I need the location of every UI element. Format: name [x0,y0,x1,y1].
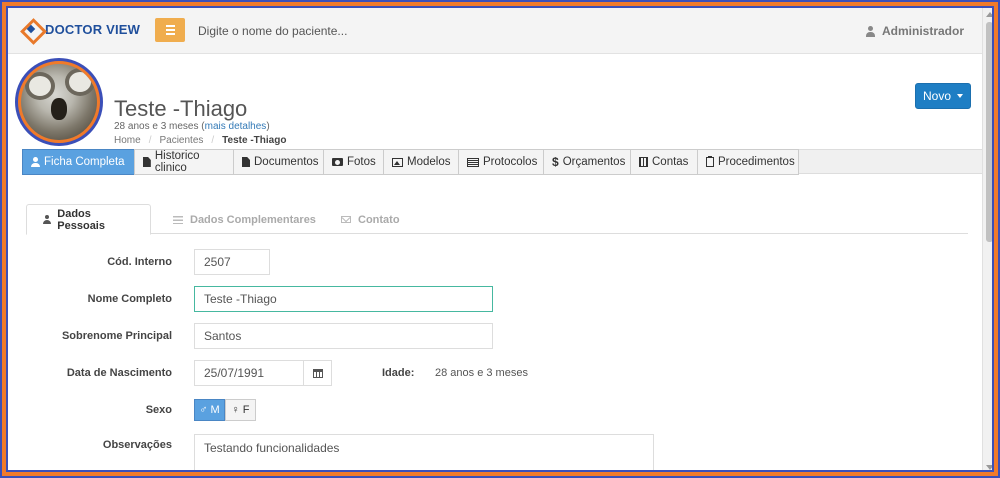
app-window: DOCTOR VIEW Digite o nome do paciente...… [6,6,994,472]
envelope-icon [341,216,351,223]
user-icon [43,215,52,224]
subtab-contato[interactable]: Contato [325,204,416,235]
tab-ficha-completa[interactable]: Ficha Completa [22,149,135,175]
caret-down-icon [957,94,963,98]
nascimento-label: Data de Nascimento [66,367,172,379]
idade-value: 28 anos e 3 meses [435,367,528,379]
tab-orcamentos[interactable]: $ Orçamentos [543,149,631,175]
patient-name: Teste -Thiago [114,96,248,121]
sobrenome-field[interactable]: Santos [194,323,493,349]
idade-label: Idade: [382,367,415,379]
nome-completo-label: Nome Completo [87,293,172,305]
form-row-observacoes: Observações Testando funcionalidades [22,434,982,470]
calendar-button[interactable] [303,360,332,386]
brand-name: DOCTOR VIEW [45,21,141,37]
sexo-female-button[interactable]: ♀ F [225,399,256,421]
menu-toggle-button[interactable] [155,18,185,42]
tab-procedimentos[interactable]: Procedimentos [697,149,799,175]
window-frame: DOCTOR VIEW Digite o nome do paciente...… [2,2,998,476]
file-icon [242,157,250,167]
birth-date-field[interactable]: 25/07/1991 [194,360,304,386]
form-row-sobrenome: Sobrenome Principal Santos [22,323,982,349]
tab-modelos[interactable]: Modelos [383,149,459,175]
tab-fotos[interactable]: Fotos [323,149,384,175]
observacoes-textarea[interactable]: Testando funcionalidades [194,434,654,470]
scroll-up-icon[interactable] [986,12,992,17]
brand-logo[interactable]: DOCTOR VIEW [22,20,140,38]
user-menu[interactable]: Administrador [866,24,964,38]
subtab-dados-complementares[interactable]: Dados Complementares [157,204,332,235]
tab-historico-clinico[interactable]: Historico clinico [134,149,234,175]
form-row-sexo: Sexo ♂ M ♀ F [22,399,982,425]
breadcrumb-home[interactable]: Home [114,135,141,146]
user-icon [866,25,875,37]
sexo-male-button[interactable]: ♂ M [194,399,225,421]
dollar-icon: $ [552,155,559,169]
hamburger-icon [165,25,175,27]
form-subtabs: Dados Pessoais Dados Complementares Cont… [26,204,968,235]
camera-icon [332,158,343,166]
breadcrumb-current: Teste -Thiago [222,135,287,146]
patient-avatar[interactable] [15,58,103,146]
nome-completo-field[interactable]: Teste -Thiago [194,286,493,312]
observacoes-label: Observações [102,439,172,451]
more-details-link[interactable]: mais detalhes [205,121,267,132]
tab-protocolos[interactable]: Protocolos [458,149,544,175]
avatar-photo [21,64,97,140]
calendar-icon [312,368,323,378]
form-row-nascimento: Data de Nascimento 25/07/1991 Idade: 28 … [22,360,982,386]
user-icon [31,157,40,167]
list-icon [173,215,183,224]
patient-tabs: Ficha Completa Historico clinico Documen… [22,149,982,175]
sexo-label: Sexo [145,404,172,416]
cod-interno-field[interactable]: 2507 [194,249,270,275]
patient-search-input[interactable]: Digite o nome do paciente... [198,24,347,38]
form-row-cod-interno: Cód. Interno 2507 [22,249,982,275]
clipboard-icon [706,156,714,167]
subtab-dados-pessoais[interactable]: Dados Pessoais [26,204,151,235]
scrollbar-thumb[interactable] [986,22,992,242]
sobrenome-label: Sobrenome Principal [61,330,172,342]
picture-icon [392,157,403,167]
breadcrumb-patients[interactable]: Pacientes [159,135,203,146]
patient-age: 28 anos e 3 meses (mais detalhes) [114,121,270,132]
sexo-toggle: ♂ M ♀ F [194,399,256,421]
tab-documentos[interactable]: Documentos [233,149,324,175]
cod-interno-label: Cód. Interno [107,256,172,268]
breadcrumb: Home / Pacientes / Teste -Thiago [114,135,287,146]
calculator-icon [639,157,648,167]
logo-icon [22,20,40,38]
scroll-down-icon[interactable] [986,465,992,470]
top-navbar: DOCTOR VIEW Digite o nome do paciente...… [8,8,982,54]
user-name: Administrador [882,24,965,38]
patient-form-panel: Dados Pessoais Dados Complementares Cont… [22,176,982,470]
form-row-nome-completo: Nome Completo Teste -Thiago [22,286,982,312]
new-button[interactable]: Novo [915,83,971,109]
page-scrollbar[interactable] [982,8,992,470]
file-icon [143,157,151,167]
tab-contas[interactable]: Contas [630,149,698,175]
list-alt-icon [467,157,479,167]
